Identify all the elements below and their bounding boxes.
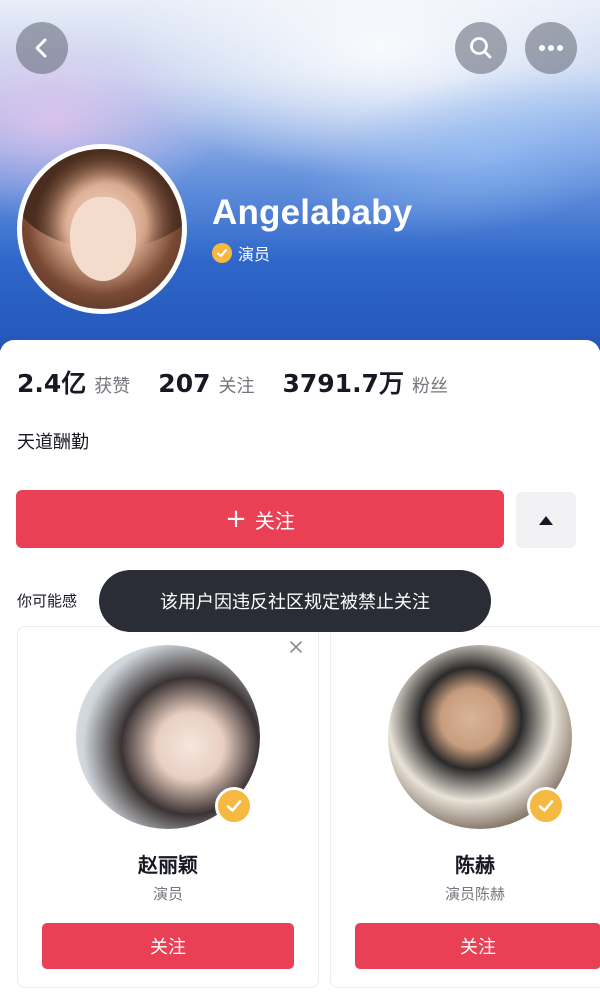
suggestions-title: 你可能感 (17, 592, 78, 610)
expand-suggestions-button[interactable] (516, 492, 576, 548)
profile-avatar[interactable] (17, 144, 187, 314)
triangle-up-icon (539, 516, 553, 525)
stat-label: 获赞 (94, 376, 131, 397)
search-button[interactable] (455, 22, 507, 74)
verification-row: 演员 (212, 241, 270, 265)
suggestion-subtitle: 演员 (152, 885, 183, 903)
more-options-button[interactable] (525, 22, 577, 74)
chevron-left-icon (35, 38, 47, 58)
stat-value: 2.4亿 (17, 369, 87, 398)
verified-label: 演员 (238, 245, 271, 264)
suggestion-card[interactable]: 陈赫 演员陈赫 关注 (330, 626, 600, 988)
suggestion-name: 陈赫 (455, 853, 495, 877)
stat-label: 关注 (218, 376, 255, 397)
stat-value: 3791.7万 (282, 369, 404, 398)
stat-value: 207 (158, 369, 211, 398)
more-horizontal-icon (539, 45, 563, 51)
stat-followers[interactable]: 3791.7万 粉丝 (282, 364, 447, 400)
suggestion-name: 赵丽颖 (138, 853, 198, 877)
search-icon (470, 37, 492, 59)
suggestion-subtitle: 演员陈赫 (444, 885, 505, 903)
back-button[interactable] (16, 22, 68, 74)
toast-message: 该用户因违反社区规定被禁止关注 (99, 570, 491, 632)
suggestion-follow-button[interactable]: 关注 (355, 923, 600, 969)
profile-bio: 天道酬勤 (17, 432, 89, 453)
verified-check-icon (212, 243, 232, 263)
close-icon[interactable] (286, 637, 306, 657)
avatar-face (70, 197, 136, 281)
stat-label: 粉丝 (411, 376, 448, 397)
profile-stats: 2.4亿 获赞 207 关注 3791.7万 粉丝 (17, 364, 476, 400)
suggestion-follow-button[interactable]: 关注 (42, 923, 294, 969)
stat-following[interactable]: 207 关注 (158, 369, 254, 398)
follow-button-label: 关注 (254, 508, 295, 533)
plus-icon: + (225, 504, 247, 534)
suggestion-card[interactable]: 赵丽颖 演员 关注 (17, 626, 319, 988)
stat-likes[interactable]: 2.4亿 获赞 (17, 364, 130, 400)
profile-username: Angelababy (212, 193, 413, 232)
follow-button[interactable]: + 关注 (16, 490, 504, 548)
verified-check-icon (527, 787, 565, 825)
verified-check-icon (215, 787, 253, 825)
